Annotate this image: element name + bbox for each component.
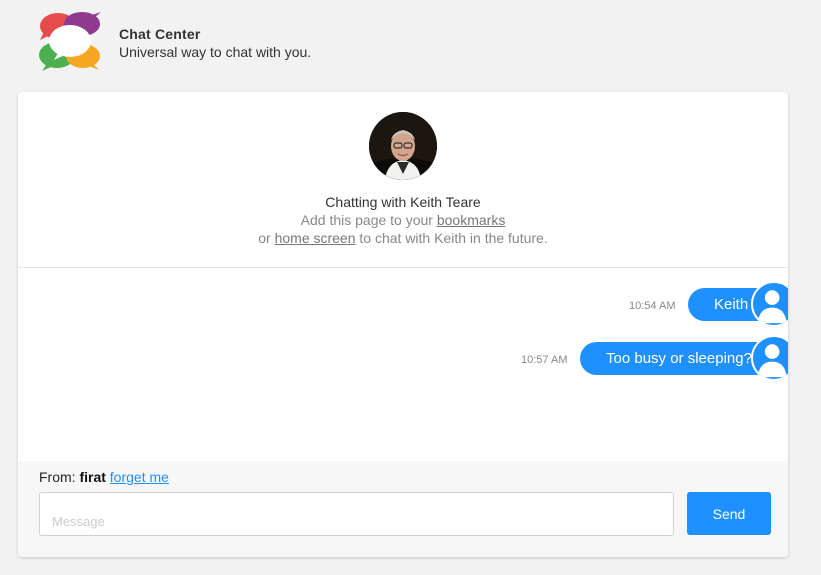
message-input[interactable] xyxy=(39,492,674,536)
bookmark-hint: Add this page to your bookmarks xyxy=(18,212,788,228)
contact-avatar xyxy=(369,112,437,180)
app-subtitle: Universal way to chat with you. xyxy=(119,44,312,60)
message-time: 10:54 AM xyxy=(629,300,676,312)
from-name: firat xyxy=(79,469,106,485)
from-label: From: xyxy=(39,469,76,485)
home-screen-hint: or home screen to chat with Keith in the… xyxy=(18,230,788,246)
app-header: Chat Center Universal way to chat with y… xyxy=(38,10,798,74)
chatting-with-title: Chatting with Keith Teare xyxy=(325,194,481,210)
message-row: 10:54 AM Keith xyxy=(18,281,788,327)
app-title: Chat Center xyxy=(119,26,201,42)
send-button[interactable]: Send xyxy=(687,492,771,535)
person-icon xyxy=(757,290,787,324)
contact-photo-icon xyxy=(369,112,437,180)
message-time: 10:57 AM xyxy=(521,354,568,366)
home-screen-hint-prefix: or xyxy=(258,230,275,246)
from-line: From: firat forget me xyxy=(39,469,169,485)
home-screen-hint-suffix: to chat with Keith in the future. xyxy=(355,230,548,246)
chat-bubbles-logo-icon xyxy=(39,12,101,71)
compose-area: From: firat forget me Send xyxy=(18,461,788,557)
bookmark-hint-text: Add this page to your xyxy=(300,212,437,228)
message-row: 10:57 AM Too busy or sleeping? xyxy=(18,335,788,381)
forget-me-link[interactable]: forget me xyxy=(110,469,169,485)
chat-intro: Chatting with Keith Teare Add this page … xyxy=(18,92,788,268)
message-list: 10:54 AM Keith 10:57 AM Too busy or slee… xyxy=(18,269,788,461)
bookmarks-link[interactable]: bookmarks xyxy=(437,212,505,228)
person-icon xyxy=(757,344,787,378)
home-screen-link[interactable]: home screen xyxy=(275,230,356,246)
chat-card: Chatting with Keith Teare Add this page … xyxy=(18,92,788,557)
